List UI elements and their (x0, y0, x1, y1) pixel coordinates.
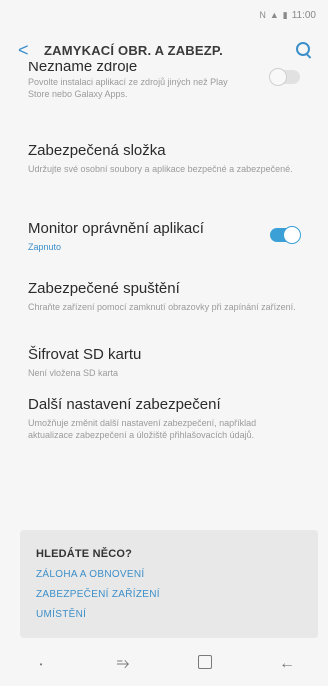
item-title: Zabezpečené spuštění (28, 280, 180, 297)
recent-apps-icon[interactable]: ⥱ (98, 655, 148, 673)
item-title: Zabezpečená složka (28, 142, 166, 159)
status-time: 11:00 (291, 9, 316, 21)
item-subtitle: Udržujte své osobní soubory a aplikace b… (28, 164, 293, 174)
battery-icon: ▮ (282, 9, 288, 20)
home-icon[interactable] (180, 654, 230, 674)
item-title: Další nastavení zabezpečení (28, 396, 221, 413)
dot-icon[interactable]: • (16, 660, 66, 669)
settings-item-encrypt-sd-card[interactable]: Šifrovat SD kartu Není vložena SD karta (0, 346, 328, 379)
item-title: Neznámé zdroje (28, 62, 138, 72)
settings-item-app-permission-monitor[interactable]: Monitor oprávnění aplikací Zapnuto (0, 220, 328, 253)
item-subtitle: Zapnuto (28, 242, 62, 252)
signal-icon: ▲ (269, 10, 279, 20)
suggestion-link-backup[interactable]: ZÁLOHA A OBNOVENÍ (36, 569, 302, 580)
item-subtitle: Umožňuje změnit další nastavení zabezpeč… (28, 418, 257, 440)
suggestion-link-location[interactable]: UMÍSTĚNÍ (36, 609, 302, 620)
suggestions-title: HLEDÁTE NĚCO? (36, 548, 133, 560)
item-subtitle: Povolte instalaci aplikací ze zdrojů jin… (28, 77, 228, 99)
back-button[interactable]: < (18, 40, 44, 61)
nfc-icon: N (259, 10, 266, 20)
search-icon[interactable] (294, 40, 314, 60)
suggestions-card: HLEDÁTE NĚCO? ZÁLOHA A OBNOVENÍ ZABEZPEČ… (20, 530, 318, 638)
navigation-bar: • ⥱ ← (0, 642, 328, 686)
back-arrow-icon[interactable]: ← (262, 655, 312, 673)
settings-item-unknown-sources[interactable]: Neznámé zdroje Povolte instalaci aplikac… (0, 62, 328, 100)
page-title: ZAMYKACÍ OBR. A ZABEZP. (44, 42, 223, 58)
item-subtitle: Chraňte zařízení pomocí zamknutí obrazov… (28, 302, 296, 312)
item-subtitle: Není vložena SD karta (28, 368, 119, 378)
item-title: Šifrovat SD kartu (28, 346, 142, 363)
suggestion-link-device-security[interactable]: ZABEZPEČENÍ ZAŘÍZENÍ (36, 589, 302, 600)
item-title: Monitor oprávnění aplikací (28, 220, 204, 237)
settings-item-secure-startup[interactable]: Zabezpečené spuštění Chraňte zařízení po… (0, 280, 328, 313)
settings-item-secure-folder[interactable]: Zabezpečená složka Udržujte své osobní s… (0, 142, 328, 175)
status-bar: N ▲ ▮ 11:00 (0, 0, 328, 30)
settings-item-other-security-settings[interactable]: Další nastavení zabezpečení Umožňuje změ… (0, 396, 328, 441)
unknown-sources-toggle[interactable] (269, 68, 300, 86)
app-permission-monitor-toggle[interactable] (270, 226, 301, 244)
